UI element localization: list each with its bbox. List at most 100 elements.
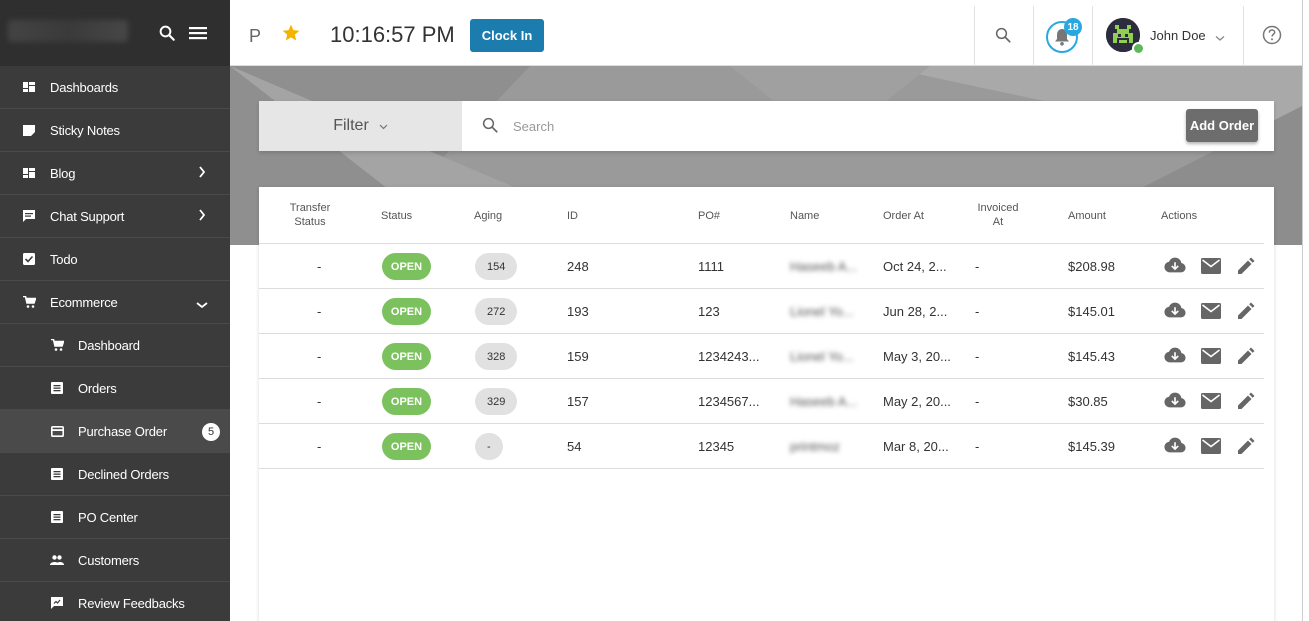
aging-badge: 272 <box>475 298 518 325</box>
sidebar-item-blog[interactable]: Blog <box>0 152 230 195</box>
sidebar-subitem-customers[interactable]: Customers <box>0 539 230 582</box>
download-icon[interactable] <box>1164 436 1186 457</box>
id-cell: 54 <box>567 439 582 454</box>
checkbox-icon <box>22 252 36 266</box>
window-edge <box>1302 0 1309 621</box>
chevron-down-icon[interactable] <box>1215 30 1225 45</box>
invoiced-at-cell: - <box>975 259 980 274</box>
amount-cell: $208.98 <box>1068 259 1115 274</box>
column-header-invoiced-at[interactable]: Invoiced At <box>972 201 1024 229</box>
transfer-status-cell: - <box>317 394 322 409</box>
po-cell: 1234243... <box>698 349 760 364</box>
edit-icon[interactable] <box>1237 347 1255 368</box>
mail-icon[interactable] <box>1201 438 1221 457</box>
search-icon[interactable] <box>158 24 176 45</box>
download-icon[interactable] <box>1164 256 1186 277</box>
logo <box>8 20 128 42</box>
sidebar-item-label: PO Center <box>78 509 138 525</box>
table-row[interactable]: - OPEN 272 193 123 Lionel Yo... Jun 28, 2... - $… <box>259 289 1264 334</box>
list-icon <box>50 467 64 481</box>
menu-icon[interactable] <box>188 25 208 44</box>
po-cell: 123 <box>698 304 720 319</box>
invoiced-at-cell: - <box>975 349 980 364</box>
sidebar-item-label: Ecommerce <box>50 294 118 310</box>
column-header-id[interactable]: ID <box>567 209 578 223</box>
chevron-down-icon <box>379 117 388 135</box>
column-header-transfer-status[interactable]: Transfer Status <box>281 201 339 229</box>
amount-cell: $145.39 <box>1068 439 1115 454</box>
chat-icon <box>22 209 36 223</box>
cart-icon <box>50 338 64 352</box>
order-at-cell: Oct 24, 2... <box>883 259 947 274</box>
table-row[interactable]: - OPEN 154 248 1111 Haseeb A... Oct 24, 2... - $… <box>259 244 1264 289</box>
orders-table-card: Transfer Status Status Aging ID PO# Name… <box>259 187 1274 621</box>
sidebar-subitem-declined-orders[interactable]: Declined Orders <box>0 453 230 496</box>
column-header-aging[interactable]: Aging <box>474 209 502 223</box>
order-at-cell: Mar 8, 20... <box>883 439 949 454</box>
status-badge: OPEN <box>382 253 431 280</box>
table-row[interactable]: - OPEN 329 157 1234567... Haseeb A... May 2, 2… <box>259 379 1264 424</box>
aging-badge: 328 <box>475 343 518 370</box>
invoiced-at-cell: - <box>975 304 980 319</box>
status-badge: OPEN <box>382 388 431 415</box>
edit-icon[interactable] <box>1237 302 1255 323</box>
sidebar-item-label: Dashboards <box>50 79 119 95</box>
help-icon[interactable] <box>1262 25 1282 48</box>
mail-icon[interactable] <box>1201 348 1221 367</box>
sidebar-subitem-dashboard[interactable]: Dashboard <box>0 324 230 367</box>
sidebar-subitem-orders[interactable]: Orders <box>0 367 230 410</box>
id-cell: 193 <box>567 304 589 319</box>
filter-bar: Filter Add Order <box>259 101 1274 151</box>
column-header-status[interactable]: Status <box>381 209 412 223</box>
column-header-order-at[interactable]: Order At <box>883 209 924 223</box>
column-header-amount[interactable]: Amount <box>1068 209 1106 223</box>
edit-icon[interactable] <box>1237 437 1255 458</box>
edit-icon[interactable] <box>1237 392 1255 413</box>
table-row[interactable]: - OPEN 328 159 1234243... Lionel Yo... May 3, … <box>259 334 1264 379</box>
sidebar-item-chat-support[interactable]: Chat Support <box>0 195 230 238</box>
user-name[interactable]: John Doe <box>1150 28 1206 43</box>
sidebar-item-label: Declined Orders <box>78 466 169 482</box>
sidebar-item-todo[interactable]: Todo <box>0 238 230 281</box>
mail-icon[interactable] <box>1201 258 1221 277</box>
feedback-icon <box>50 596 64 610</box>
online-status-indicator <box>1132 42 1145 55</box>
sidebar-subitem-purchase-order[interactable]: Purchase Order 5 <box>0 410 230 453</box>
customer-name-cell: printmoz <box>790 439 840 454</box>
sidebar-subitem-po-center[interactable]: PO Center <box>0 496 230 539</box>
column-header-po[interactable]: PO# <box>698 209 720 223</box>
sidebar-item-ecommerce[interactable]: Ecommerce <box>0 281 230 324</box>
blog-icon <box>22 166 36 180</box>
notification-count-badge: 18 <box>1064 18 1082 36</box>
sidebar-item-label: Orders <box>78 380 117 396</box>
chevron-down-icon <box>196 297 208 312</box>
download-icon[interactable] <box>1164 301 1186 322</box>
list-icon <box>50 381 64 395</box>
mail-icon[interactable] <box>1201 303 1221 322</box>
edit-icon[interactable] <box>1237 257 1255 278</box>
search-input[interactable] <box>513 115 1013 137</box>
sidebar-subitem-review-feedbacks[interactable]: Review Feedbacks <box>0 582 230 621</box>
column-header-name[interactable]: Name <box>790 209 819 223</box>
transfer-status-cell: - <box>317 259 322 274</box>
table-row[interactable]: - OPEN - 54 12345 printmoz Mar 8, 20... - $145.3… <box>259 424 1264 469</box>
sidebar-item-label: Dashboard <box>78 337 140 353</box>
filter-dropdown[interactable]: Filter <box>259 101 462 151</box>
invoiced-at-cell: - <box>975 394 980 409</box>
customer-name-cell: Haseeb A... <box>790 259 858 274</box>
add-order-button[interactable]: Add Order <box>1186 109 1258 142</box>
download-icon[interactable] <box>1164 391 1186 412</box>
transfer-status-cell: - <box>317 349 322 364</box>
clock-in-button[interactable]: Clock In <box>470 19 544 52</box>
dashboard-icon <box>22 80 36 94</box>
download-icon[interactable] <box>1164 346 1186 367</box>
mail-icon[interactable] <box>1201 393 1221 412</box>
star-icon[interactable] <box>281 23 301 46</box>
transfer-status-cell: - <box>317 439 322 454</box>
po-cell: 1111 <box>698 259 725 274</box>
people-icon <box>50 553 64 567</box>
header-search-icon[interactable] <box>994 26 1012 47</box>
sidebar-item-sticky-notes[interactable]: Sticky Notes <box>0 109 230 152</box>
sidebar-item-dashboards[interactable]: Dashboards <box>0 66 230 109</box>
sidebar-item-label: Customers <box>78 552 140 568</box>
